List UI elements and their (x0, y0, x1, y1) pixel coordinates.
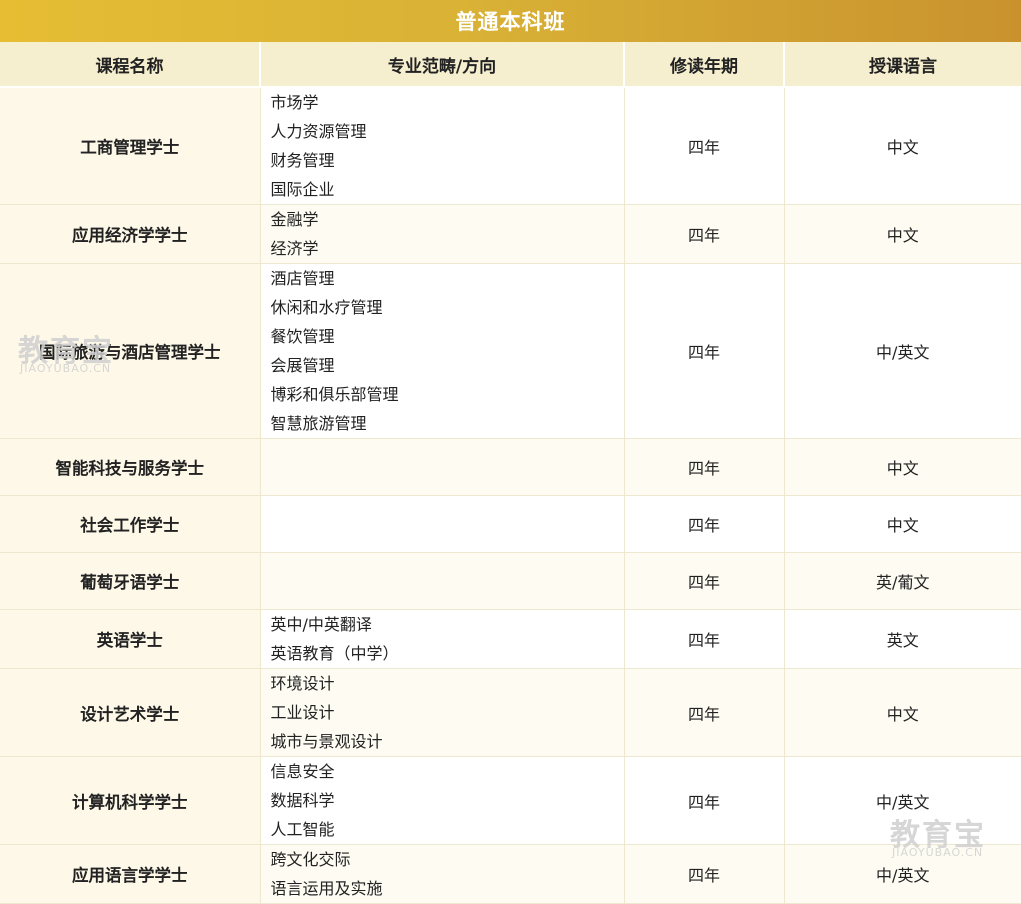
specialization-item: 休闲和水疗管理 (270, 298, 383, 317)
course-name-cell: 葡萄牙语学士 (0, 552, 261, 610)
specialization-item: 城市与景观设计 (270, 732, 383, 751)
course-name-cell: 社会工作学士 (0, 495, 261, 553)
specialization-cell: 信息安全数据科学人工智能 (260, 756, 625, 845)
header-row: 课程名称 专业范畴/方向 修读年期 授课语言 (0, 42, 1021, 88)
course-name-cell: 工商管理学士 (0, 87, 261, 205)
course-name-cell: 设计艺术学士 (0, 668, 261, 757)
course-name-cell: 英语学士 (0, 609, 261, 669)
specialization-item: 酒店管理 (270, 269, 335, 288)
specialization-item: 英语教育（中学） (270, 644, 399, 663)
specialization-cell: 环境设计工业设计城市与景观设计 (260, 668, 625, 757)
duration-cell: 四年 (624, 552, 785, 610)
table-banner: 普通本科班 (0, 0, 1021, 42)
table-row: 设计艺术学士 环境设计 工业设计 城市与景观设计 四年 中文 (0, 668, 1021, 757)
duration-cell: 四年 (624, 438, 785, 496)
program-table: 课程名称 专业范畴/方向 修读年期 授课语言 工商管理学士 市场学人力资源管理 财务… (0, 42, 1021, 904)
language-cell: 中/英文 (784, 263, 1021, 439)
duration-cell: 四年 (624, 756, 785, 845)
specialization-item: 金融学 (270, 210, 319, 229)
specialization-item: 跨文化交际 (270, 850, 351, 869)
specialization-item: 信息安全 (270, 762, 335, 781)
duration-cell: 四年 (624, 844, 785, 904)
table-row: 国际旅游与酒店管理学士 酒店管理休闲和水疗管理 餐饮管理会展管理博彩和俱乐部管理 智慧… (0, 263, 1021, 439)
specialization-item: 会展管理 (270, 356, 335, 375)
language-cell: 中文 (784, 438, 1021, 496)
specialization-item: 语言运用及实施 (270, 879, 383, 898)
table-row: 英语学士 英中/中英翻译 英语教育（中学） 四年 英文 (0, 609, 1021, 669)
course-name-cell: 应用语言学学士 (0, 844, 261, 904)
language-cell: 中文 (784, 495, 1021, 553)
specialization-item: 财务管理 (270, 151, 335, 170)
header-language: 授课语言 (784, 42, 1021, 88)
duration-cell: 四年 (624, 87, 785, 205)
banner-title: 普通本科班 (455, 10, 566, 34)
specialization-cell: 英中/中英翻译英语教育（中学） (260, 609, 625, 669)
table-row: 应用经济学学士 金融学 经济学 四年 中文 (0, 204, 1021, 264)
specialization-item: 人工智能 (270, 820, 335, 839)
duration-cell: 四年 (624, 204, 785, 264)
specialization-item: 工业设计 (270, 703, 335, 722)
specialization-cell: 金融学 经济学 (260, 204, 625, 264)
specialization-cell (260, 438, 625, 496)
specialization-cell: 酒店管理休闲和水疗管理 餐饮管理会展管理博彩和俱乐部管理 智慧旅游管理 (260, 263, 625, 439)
table-row: 计算机科学学士 信息安全 数据科学 人工智能 四年 中/英文 (0, 756, 1021, 845)
language-cell: 中文 (784, 668, 1021, 757)
specialization-item: 环境设计 (270, 674, 335, 693)
specialization-item: 数据科学 (270, 791, 335, 810)
duration-cell: 四年 (624, 263, 785, 439)
course-name-cell: 智能科技与服务学士 (0, 438, 261, 496)
specialization-item: 市场学 (270, 93, 319, 112)
language-cell: 中/英文 (784, 756, 1021, 845)
header-specialization: 专业范畴/方向 (260, 42, 625, 88)
specialization-item: 人力资源管理 (270, 122, 367, 141)
specialization-item: 博彩和俱乐部管理 (270, 385, 399, 404)
specialization-item: 餐饮管理 (270, 327, 335, 346)
course-name-cell: 计算机科学学士 (0, 756, 261, 845)
table-row: 社会工作学士 四年 中文 (0, 495, 1021, 553)
table-row: 工商管理学士 市场学 人力资源管理 财务管理 国际企业 四年 中文 (0, 87, 1021, 205)
specialization-item: 智慧旅游管理 (270, 414, 367, 433)
course-name-cell: 国际旅游与酒店管理学士 (0, 263, 261, 439)
header-course-name: 课程名称 (0, 42, 261, 88)
language-cell: 中文 (784, 204, 1021, 264)
language-cell: 中文 (784, 87, 1021, 205)
specialization-item: 国际企业 (270, 180, 335, 199)
specialization-cell: 跨文化交际语言运用及实施 (260, 844, 625, 904)
language-cell: 英/葡文 (784, 552, 1021, 610)
duration-cell: 四年 (624, 668, 785, 757)
specialization-cell (260, 495, 625, 553)
table-row: 葡萄牙语学士 四年 英/葡文 (0, 552, 1021, 610)
table-row: 智能科技与服务学士 四年 中文 (0, 438, 1021, 496)
specialization-cell (260, 552, 625, 610)
specialization-cell: 市场学人力资源管理 财务管理国际企业 (260, 87, 625, 205)
duration-cell: 四年 (624, 609, 785, 669)
table-row: 应用语言学学士 跨文化交际 语言运用及实施 四年 中/英文 (0, 844, 1021, 904)
duration-cell: 四年 (624, 495, 785, 553)
specialization-item: 经济学 (270, 239, 319, 258)
language-cell: 英文 (784, 609, 1021, 669)
language-cell: 中/英文 (784, 844, 1021, 904)
specialization-item: 英中/中英翻译 (270, 615, 372, 634)
header-duration: 修读年期 (624, 42, 785, 88)
course-name-cell: 应用经济学学士 (0, 204, 261, 264)
